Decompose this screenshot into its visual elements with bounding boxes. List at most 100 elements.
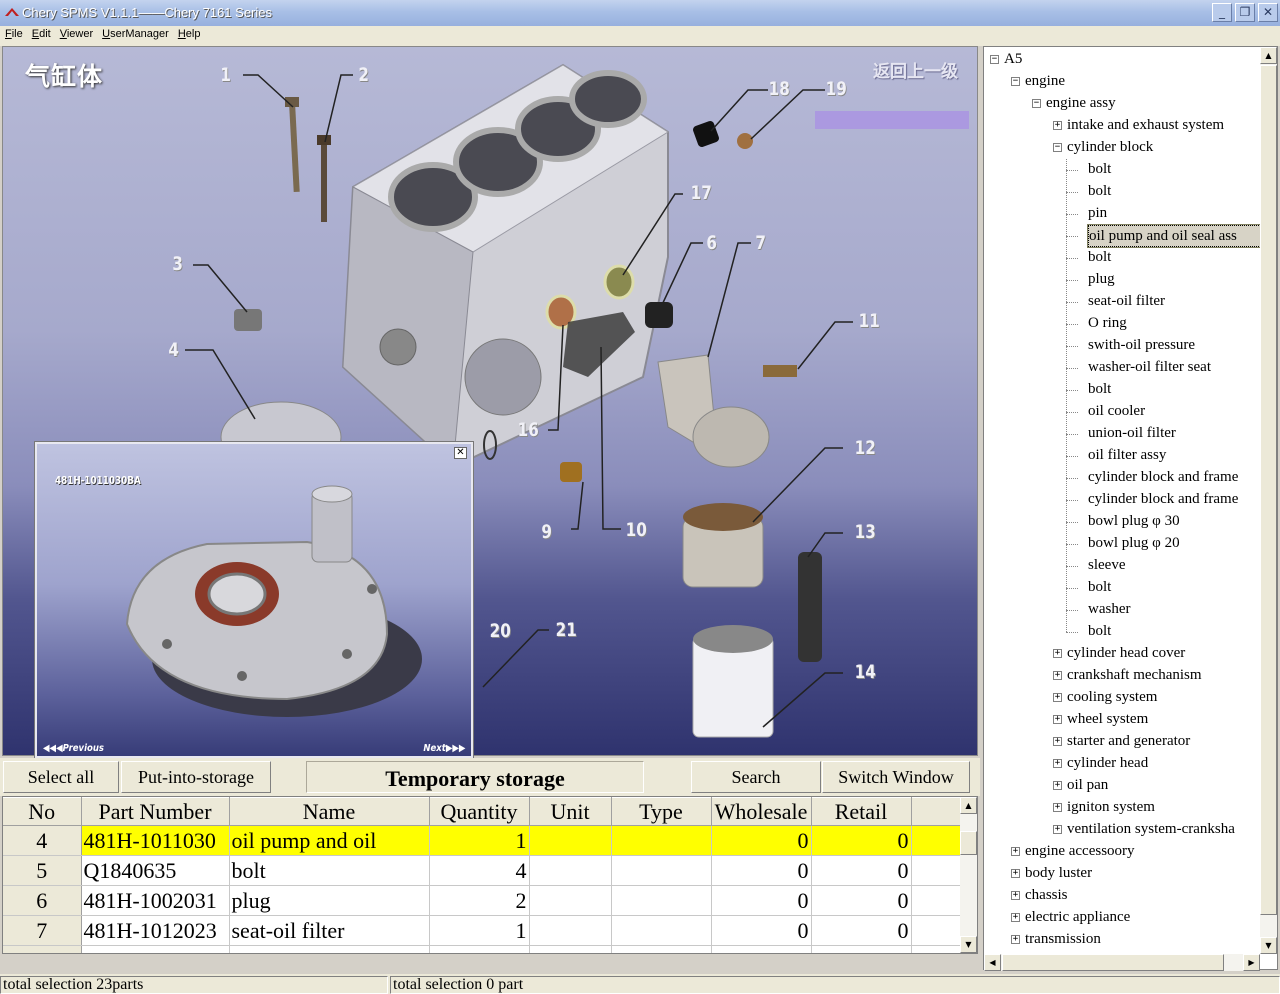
callout-14[interactable]: 14	[855, 661, 876, 683]
menu-file[interactable]: File	[0, 26, 27, 40]
tree-node[interactable]: chassis	[1025, 885, 1068, 907]
callout-10[interactable]: 10	[626, 519, 647, 541]
tree-node[interactable]: intake and exhaust system	[1067, 115, 1224, 137]
search-button[interactable]: Search	[691, 761, 821, 793]
callout-6[interactable]: 6	[706, 232, 717, 254]
tree-node[interactable]: engine assy	[1046, 93, 1116, 115]
collapse-icon[interactable]: −	[1053, 143, 1062, 152]
tree-node[interactable]: oil filter assy	[1088, 445, 1166, 467]
tree-node[interactable]: ventilation system-cranksha	[1067, 819, 1235, 841]
expand-icon[interactable]: +	[1053, 671, 1062, 680]
callout-18[interactable]: 18	[769, 78, 790, 100]
minimize-button[interactable]: _	[1212, 3, 1232, 22]
tree-node[interactable]: oil cooler	[1088, 401, 1145, 423]
callout-12[interactable]: 12	[855, 437, 876, 459]
expand-icon[interactable]: +	[1053, 693, 1062, 702]
switch-window-button[interactable]: Switch Window	[822, 761, 970, 793]
column-no[interactable]: No	[3, 797, 82, 826]
tree-vertical-scrollbar[interactable]: ▲ ▼	[1260, 47, 1277, 954]
tree-node[interactable]: oil pump and oil seal ass	[1087, 224, 1264, 248]
menu-viewer[interactable]: Viewer	[55, 26, 97, 40]
column-wholesale[interactable]: Wholesale	[711, 797, 812, 826]
callout-1[interactable]: 1	[220, 64, 231, 86]
expand-icon[interactable]: +	[1053, 803, 1062, 812]
menu-usermanager[interactable]: UserManager	[97, 26, 173, 40]
callout-20[interactable]: 20	[490, 620, 511, 642]
tree-node[interactable]: transmission	[1025, 929, 1101, 951]
expand-icon[interactable]: +	[1053, 121, 1062, 130]
expand-icon[interactable]: +	[1053, 825, 1062, 834]
cell-quantity[interactable]: 2	[429, 885, 530, 916]
tree-node[interactable]: cooling system	[1067, 687, 1157, 709]
tree-node[interactable]: bolt	[1088, 577, 1111, 599]
cell-quantity[interactable]: 1	[429, 915, 530, 946]
tree-scroll-thumb[interactable]	[1260, 65, 1277, 915]
tree-node[interactable]: cylinder head cover	[1067, 643, 1185, 665]
tree-node[interactable]: cylinder block and frame	[1088, 467, 1238, 489]
tree-node[interactable]: pin	[1088, 203, 1107, 225]
restore-button[interactable]: ❐	[1235, 3, 1255, 22]
tree-node[interactable]: cylinder block and frame	[1088, 489, 1238, 511]
tree-node[interactable]: seat-oil filter	[1088, 291, 1165, 313]
tree-node[interactable]: bolt	[1088, 159, 1111, 181]
scroll-thumb[interactable]	[960, 831, 977, 855]
expand-icon[interactable]: +	[1053, 737, 1062, 746]
expand-icon[interactable]: +	[1053, 715, 1062, 724]
back-up-level-button[interactable]: 返回上一级	[873, 57, 958, 82]
expand-icon[interactable]: +	[1053, 759, 1062, 768]
tree-node[interactable]: cylinder block	[1067, 137, 1153, 159]
tree-node[interactable]: A5	[1004, 49, 1022, 71]
tree-scroll-up-button[interactable]: ▲	[1260, 47, 1277, 64]
tree-horizontal-scrollbar[interactable]: ◀ ▶	[984, 954, 1260, 971]
tree-node[interactable]: plug	[1088, 269, 1115, 291]
table-vertical-scrollbar[interactable]: ▲ ▼	[960, 797, 977, 953]
callout-3[interactable]: 3	[172, 253, 183, 275]
expand-icon[interactable]: +	[1011, 913, 1020, 922]
tree-node[interactable]: bolt	[1088, 181, 1111, 203]
tree-hscroll-thumb[interactable]	[1002, 954, 1224, 971]
tree-node[interactable]: bolt	[1088, 621, 1111, 643]
cell-quantity[interactable]: 1	[429, 825, 530, 856]
table-row[interactable]: 5 Q1840635 bolt 4 0 0	[3, 855, 964, 886]
callout-2[interactable]: 2	[358, 64, 369, 86]
scroll-down-button[interactable]: ▼	[960, 936, 977, 953]
callout-4[interactable]: 4	[168, 339, 179, 361]
select-all-button[interactable]: Select all	[3, 761, 119, 793]
column-name[interactable]: Name	[229, 797, 430, 826]
table-row[interactable]: 4 481H-1011030 oil pump and oil 1 0 0	[3, 825, 964, 856]
put-into-storage-button[interactable]: Put-into-storage	[121, 761, 271, 793]
expand-icon[interactable]: +	[1011, 891, 1020, 900]
tree-node[interactable]: sleeve	[1088, 555, 1125, 577]
expand-icon[interactable]: +	[1011, 869, 1020, 878]
tree-node[interactable]: washer	[1088, 599, 1130, 621]
column-unit[interactable]: Unit	[529, 797, 612, 826]
collapse-icon[interactable]: −	[1011, 77, 1020, 86]
cell-quantity[interactable]: 2	[429, 945, 530, 953]
tree-scroll-down-button[interactable]: ▼	[1260, 937, 1277, 954]
expand-icon[interactable]: +	[1053, 781, 1062, 790]
tree-node[interactable]: electric appliance	[1025, 907, 1130, 929]
tree-node[interactable]: body luster	[1025, 863, 1092, 885]
callout-16[interactable]: 16	[518, 419, 539, 441]
callout-11[interactable]: 11	[859, 310, 880, 332]
column-retail[interactable]: Retail	[811, 797, 912, 826]
table-row[interactable]: 8 481H-1002037 O ring 2 0 0	[3, 945, 964, 953]
tree-node[interactable]: bolt	[1088, 247, 1111, 269]
tree-node[interactable]: cylinder head	[1067, 753, 1148, 775]
tree-node[interactable]: bowl plug φ 20	[1088, 533, 1180, 555]
tree-node[interactable]: engine accessoory	[1025, 841, 1135, 863]
column-type[interactable]: Type	[611, 797, 712, 826]
table-row[interactable]: 6 481H-1002031 plug 2 0 0	[3, 885, 964, 916]
expand-icon[interactable]: +	[1011, 847, 1020, 856]
tree-node[interactable]: bowl plug φ 30	[1088, 511, 1180, 533]
collapse-icon[interactable]: −	[990, 55, 999, 64]
tree-node[interactable]: wheel system	[1067, 709, 1148, 731]
tree-node[interactable]: bolt	[1088, 379, 1111, 401]
callout-21[interactable]: 21	[556, 619, 577, 641]
scroll-up-button[interactable]: ▲	[960, 797, 977, 814]
tree-node[interactable]: swith-oil pressure	[1088, 335, 1195, 357]
tree-node[interactable]: washer-oil filter seat	[1088, 357, 1211, 379]
table-row[interactable]: 7 481H-1012023 seat-oil filter 1 0 0	[3, 915, 964, 946]
column-quantity[interactable]: Quantity	[429, 797, 530, 826]
tree-scroll-left-button[interactable]: ◀	[984, 954, 1001, 971]
